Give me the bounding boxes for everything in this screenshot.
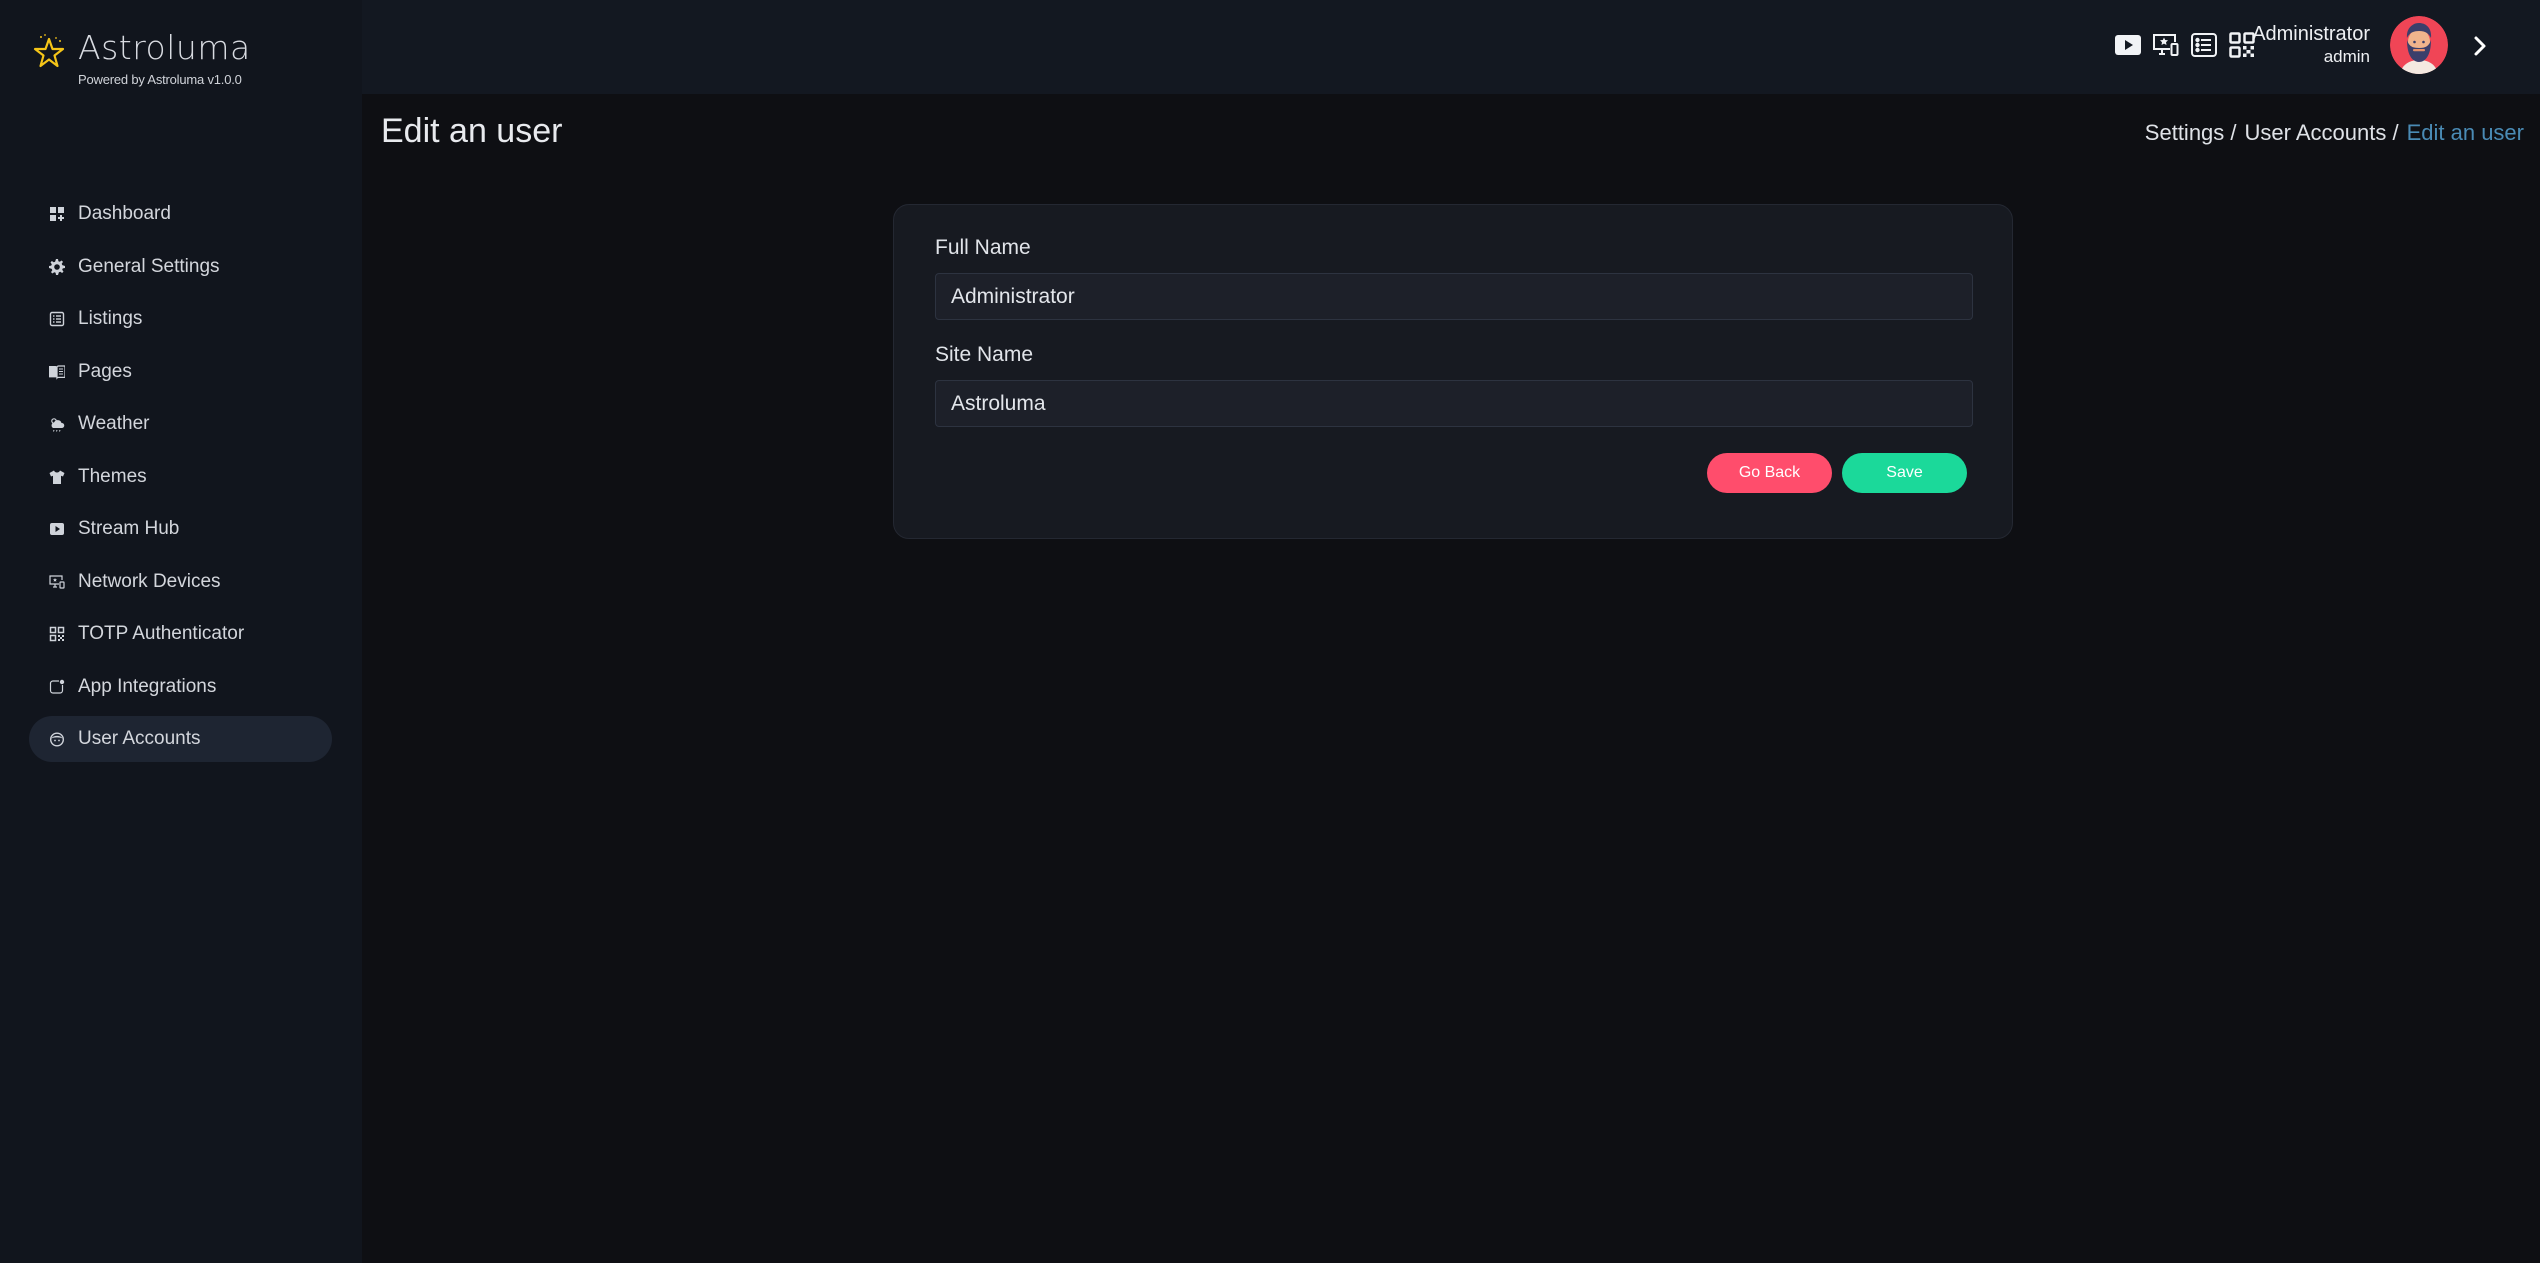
app-badge-icon	[49, 679, 65, 695]
book-icon	[49, 364, 65, 380]
gear-icon	[49, 258, 65, 275]
user-role: admin	[2323, 47, 2370, 66]
sidebar-nav: Dashboard General Settings Listings Page…	[29, 191, 332, 769]
sidebar-item-stream-hub[interactable]: Stream Hub	[29, 506, 332, 552]
qr-code-icon	[49, 626, 65, 642]
go-back-button[interactable]: Go Back	[1707, 453, 1832, 493]
list-icon[interactable]	[2190, 31, 2218, 59]
top-bar: Administrator admin	[362, 0, 2540, 94]
sidebar-item-label: TOTP Authenticator	[78, 623, 245, 644]
site-name-input[interactable]	[935, 380, 1973, 427]
chevron-right-icon[interactable]	[2470, 33, 2490, 59]
brand[interactable]: Astroluma Powered by Astroluma v1.0.0	[32, 28, 251, 87]
play-icon[interactable]	[2114, 31, 2142, 59]
list-icon	[49, 311, 65, 327]
sidebar-item-label: Themes	[78, 465, 147, 487]
weather-icon	[49, 416, 65, 432]
play-icon	[49, 521, 65, 537]
sidebar-item-listings[interactable]: Listings	[29, 296, 332, 342]
full-name-label: Full Name	[935, 236, 1031, 259]
breadcrumb-user-accounts[interactable]: User Accounts /	[2245, 120, 2399, 146]
user-info[interactable]: Administrator admin	[2252, 22, 2370, 68]
dashboard-icon	[49, 206, 65, 222]
site-name-label: Site Name	[935, 343, 1034, 366]
edit-user-form: Full Name Site Name Go Back Save	[893, 204, 2013, 539]
page-title: Edit an user	[381, 112, 563, 150]
user-name: Administrator	[2252, 23, 2370, 45]
sidebar-item-general-settings[interactable]: General Settings	[29, 244, 332, 290]
brand-subtitle: Powered by Astroluma v1.0.0	[78, 72, 242, 87]
avatar[interactable]	[2390, 16, 2448, 74]
sidebar-item-themes[interactable]: Themes	[29, 454, 332, 500]
sidebar-item-label: App Integrations	[78, 675, 217, 697]
sidebar-item-network-devices[interactable]: Network Devices	[29, 559, 332, 605]
quick-links	[2114, 31, 2256, 59]
sidebar-item-label: General Settings	[78, 255, 220, 277]
sidebar: Astroluma Powered by Astroluma v1.0.0 Da…	[0, 0, 362, 1263]
breadcrumb-current: Edit an user	[2406, 120, 2524, 145]
full-name-input[interactable]	[935, 273, 1973, 320]
breadcrumb: Settings / User Accounts / Edit an user	[2145, 120, 2524, 146]
sidebar-item-label: Pages	[78, 360, 132, 382]
breadcrumb-settings[interactable]: Settings /	[2145, 120, 2237, 146]
sidebar-item-label: Weather	[78, 413, 150, 434]
sidebar-item-dashboard[interactable]: Dashboard	[29, 191, 332, 237]
star-logo-icon	[33, 34, 65, 68]
sidebar-item-label: User Accounts	[78, 728, 201, 749]
sidebar-item-user-accounts[interactable]: User Accounts	[29, 716, 332, 762]
sidebar-item-totp-authenticator[interactable]: TOTP Authenticator	[29, 611, 332, 657]
save-button[interactable]: Save	[1842, 453, 1967, 493]
devices-icon	[49, 574, 65, 590]
user-face-icon	[49, 731, 65, 747]
sidebar-item-label: Listings	[78, 308, 143, 329]
sidebar-item-app-integrations[interactable]: App Integrations	[29, 664, 332, 710]
brand-title: Astroluma	[78, 28, 251, 67]
sidebar-item-label: Dashboard	[78, 203, 171, 224]
sidebar-item-label: Stream Hub	[78, 518, 180, 539]
shirt-icon	[49, 469, 65, 485]
sidebar-item-pages[interactable]: Pages	[29, 349, 332, 395]
sidebar-item-weather[interactable]: Weather	[29, 401, 332, 447]
bearded-man-avatar-icon	[2390, 16, 2448, 74]
devices-icon[interactable]	[2152, 31, 2180, 59]
sidebar-item-label: Network Devices	[78, 570, 221, 592]
